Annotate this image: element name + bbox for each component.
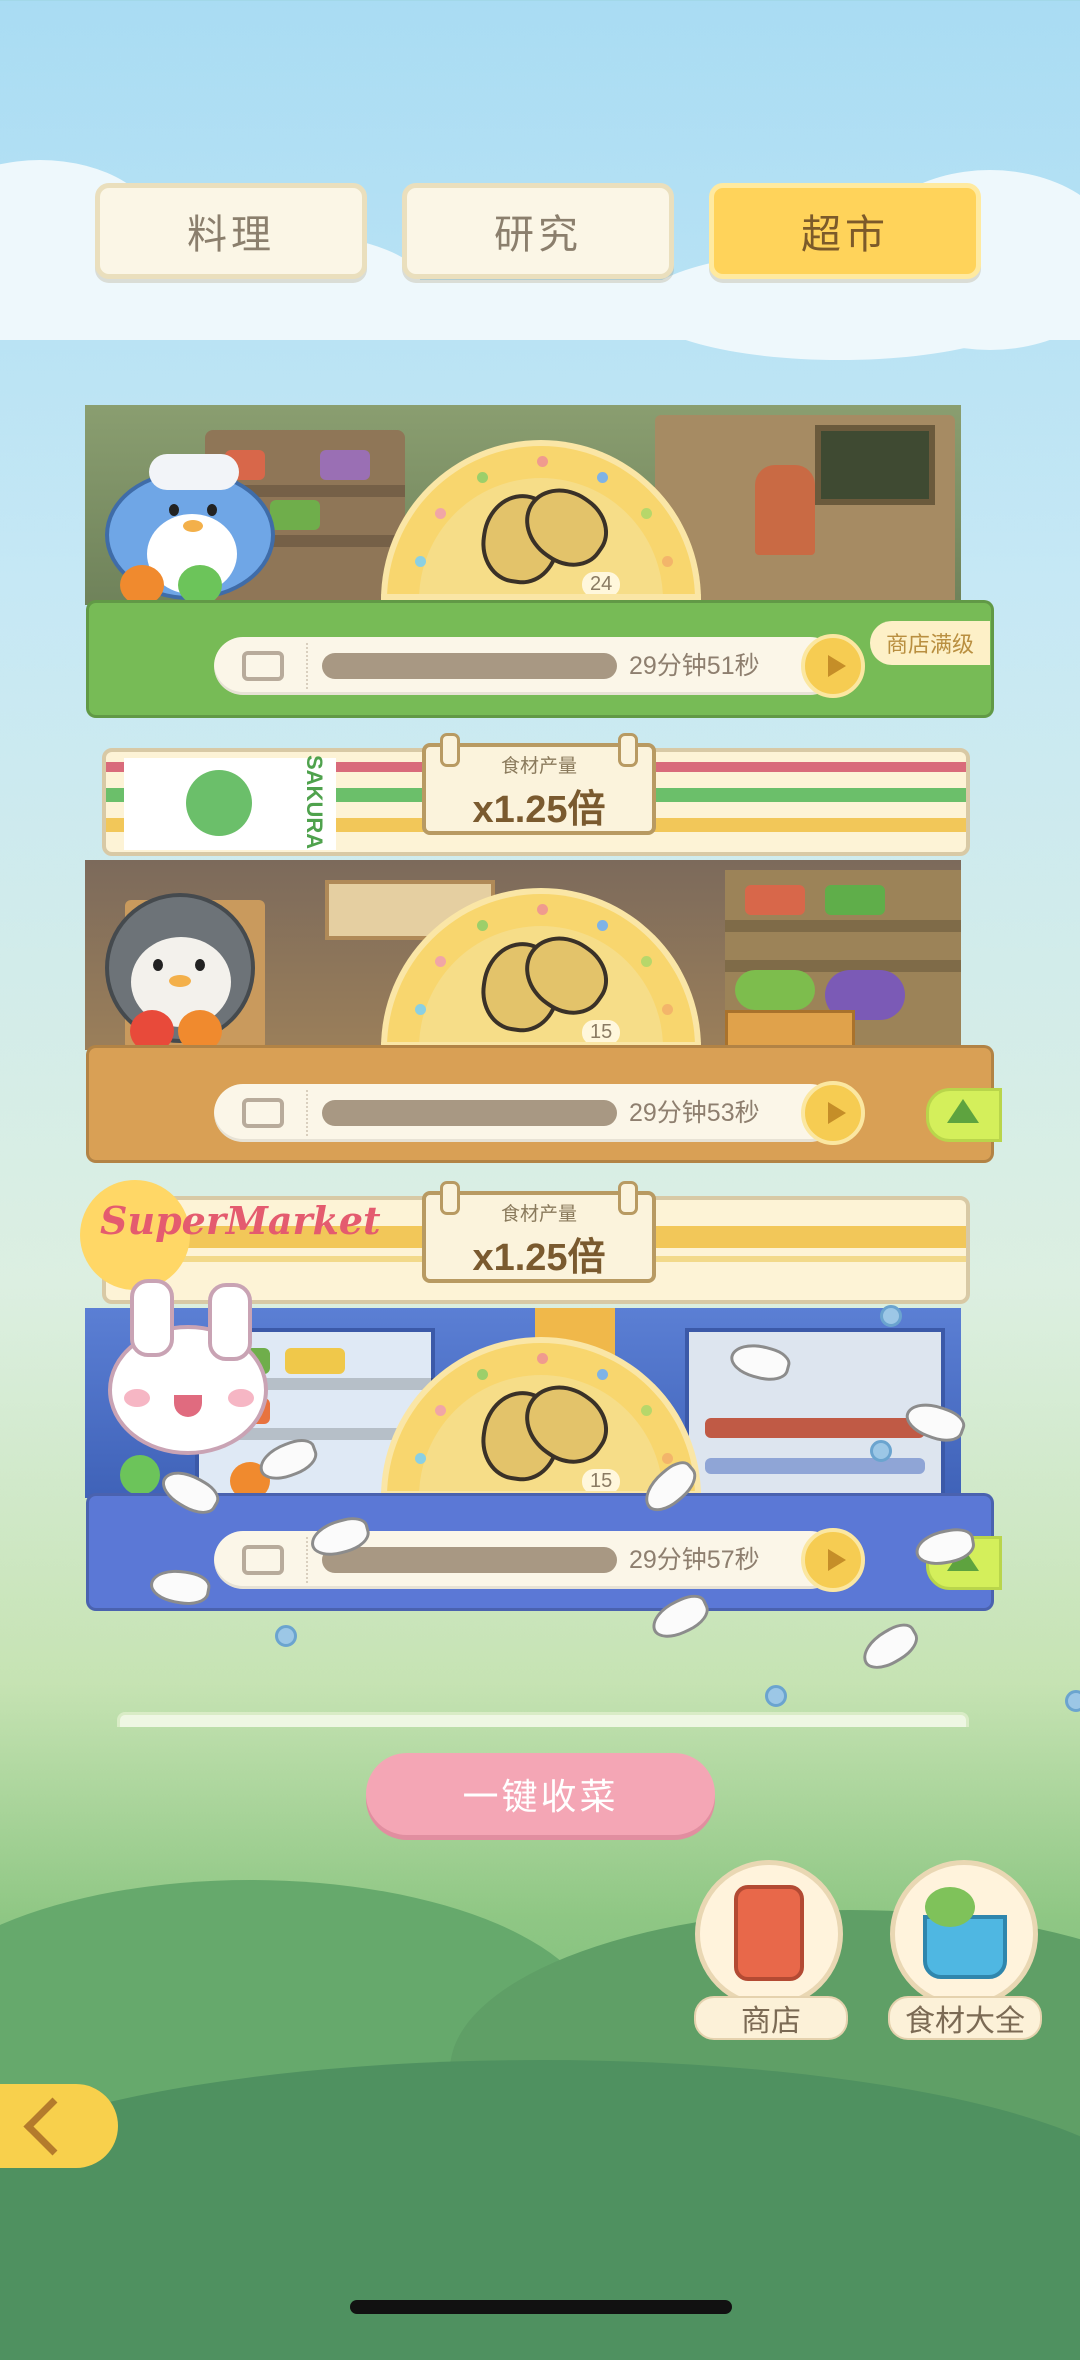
snowflake-icon	[1065, 1690, 1080, 1712]
ingredients-catalog-button[interactable]	[890, 1860, 1038, 2008]
pink-bunny-mascot	[108, 1279, 268, 1455]
pepper-icon	[178, 565, 222, 605]
vending-machine-icon	[734, 1885, 804, 1981]
goose-icon	[855, 1617, 925, 1677]
shop-2-timer: 29分钟53秒	[629, 1099, 760, 1127]
shop-3-multiplier-badge: 食材产量 x1.25倍	[422, 1181, 656, 1283]
shop-2-upgrade-button[interactable]	[926, 1088, 1002, 1142]
shop-3-timer: 29分钟57秒	[629, 1546, 760, 1574]
collect-all-button[interactable]: 一键收菜	[366, 1753, 715, 1835]
shop-2-progress	[322, 1100, 617, 1126]
tab-supermarket-label: 超市	[801, 213, 889, 257]
snowflake-icon	[880, 1305, 902, 1327]
shop-button-label: 商店	[694, 1996, 848, 2040]
shop-3-progress	[322, 1547, 617, 1573]
sakura-brand: SAKURA	[302, 754, 327, 850]
collect-all-label: 一键收菜	[462, 1776, 619, 1817]
multiplier-value: x1.25倍	[472, 789, 606, 831]
shop-3-item-count: 15	[582, 1469, 621, 1491]
snowflake-icon	[765, 1685, 787, 1707]
wallet-icon	[242, 1545, 284, 1575]
shop-1-timer: 29分钟51秒	[629, 652, 760, 680]
snowflake-icon	[870, 1440, 892, 1462]
shop-2-item-count: 15	[582, 1020, 621, 1042]
shop-1-speedup-button[interactable]	[801, 634, 865, 698]
shelf-divider	[117, 1712, 969, 1727]
shop-max-level-tag: 商店满级	[870, 621, 990, 665]
shop-2-collect-bar[interactable]: 29分钟53秒	[214, 1081, 865, 1145]
home-indicator[interactable]	[350, 2300, 732, 2314]
tab-research[interactable]: 研究	[402, 183, 674, 279]
wallet-icon	[242, 1098, 284, 1128]
orange-icon	[120, 565, 164, 605]
tab-cooking[interactable]: 料理	[95, 183, 367, 279]
cabbage-icon	[120, 1455, 160, 1495]
shop-2-speedup-button[interactable]	[801, 1081, 865, 1145]
tab-supermarket[interactable]: 超市	[709, 183, 981, 279]
basket-icon	[923, 1915, 1007, 1979]
shop-button[interactable]	[695, 1860, 843, 2008]
snowflake-icon	[275, 1625, 297, 1647]
wallet-icon	[242, 651, 284, 681]
gumball-machine-icon	[755, 465, 815, 555]
shop-1-progress	[322, 653, 617, 679]
supermarket-brand: SuperMarket	[100, 1198, 381, 1243]
shop-1-item-count: 24	[582, 572, 621, 594]
shop-3-fast-forward-button[interactable]	[801, 1528, 865, 1592]
shop-1-collect-bar[interactable]: 29分钟51秒	[214, 634, 865, 698]
multiplier-value: x1.25倍	[472, 1237, 606, 1279]
tab-cooking-label: 料理	[187, 213, 275, 257]
clover-logo-icon	[186, 770, 252, 836]
tab-research-label: 研究	[494, 213, 582, 257]
shop-3-collect-bar[interactable]: 29分钟57秒	[214, 1528, 865, 1592]
back-button[interactable]	[0, 2084, 118, 2168]
shop-2-multiplier-badge: 食材产量 x1.25倍	[422, 733, 656, 835]
ingredients-catalog-label: 食材大全	[888, 1996, 1042, 2040]
